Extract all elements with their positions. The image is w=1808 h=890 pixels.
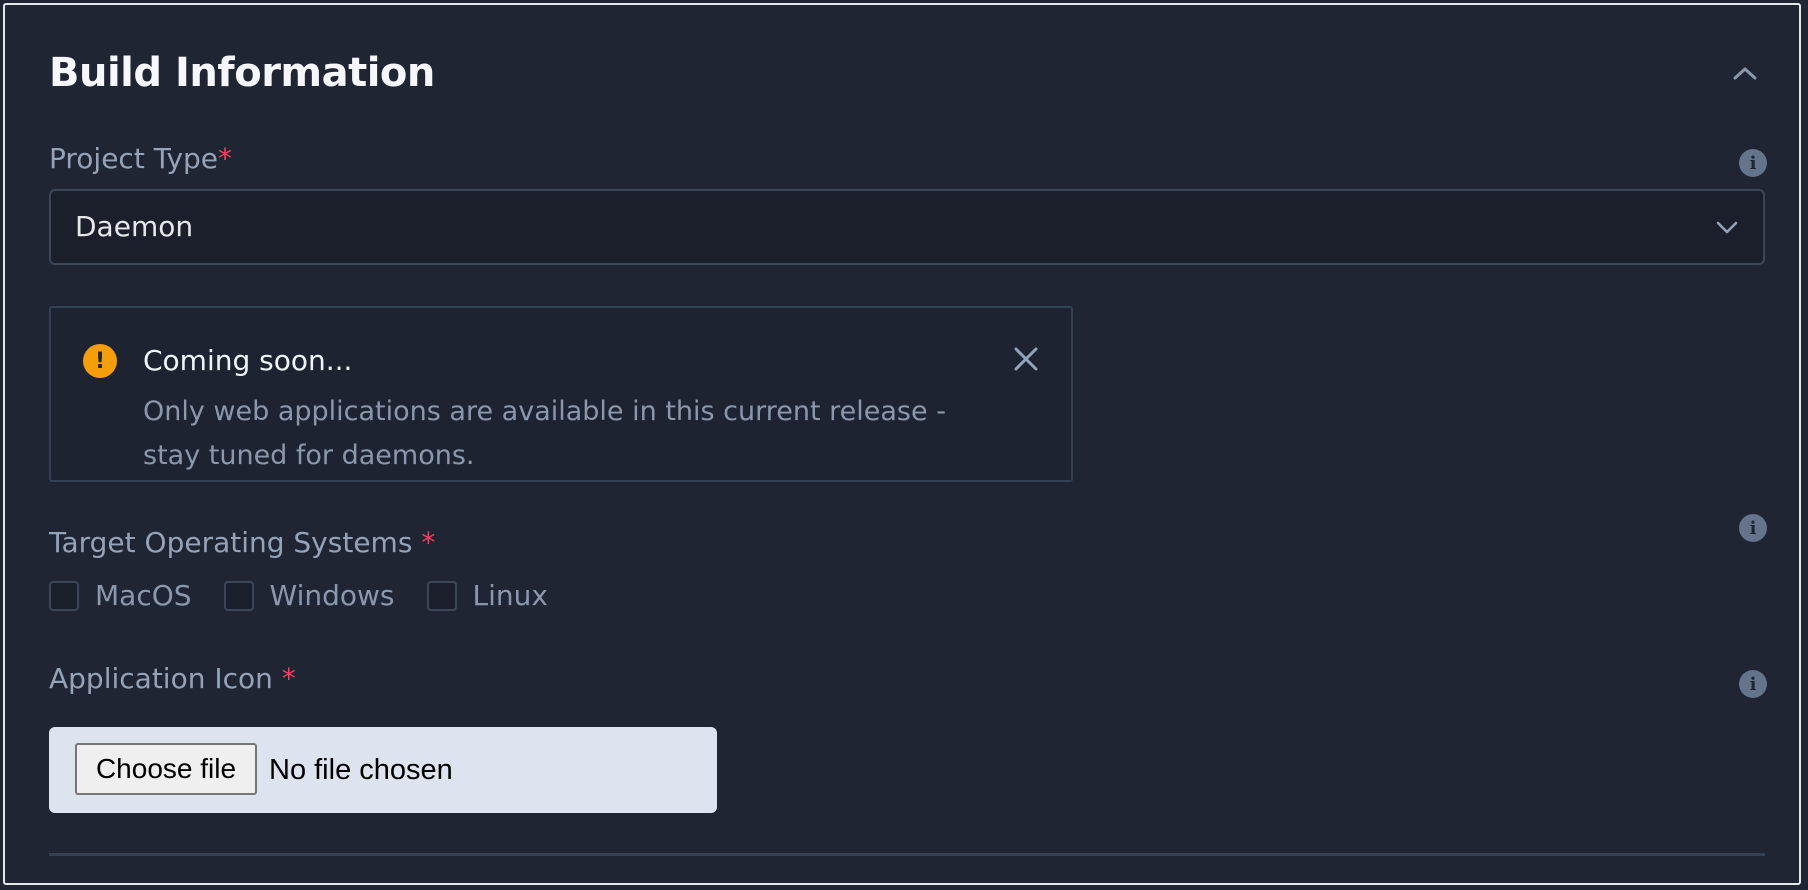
build-info-card: Build Information Project Type* i Daemon…: [3, 3, 1801, 885]
app-icon-file-input[interactable]: Choose file No file chosen: [49, 727, 717, 813]
chevron-down-icon: [1716, 221, 1738, 234]
build-info-panel: Build Information Project Type* i Daemon…: [49, 5, 1767, 883]
project-type-label: Project Type*: [49, 141, 232, 177]
target-os-label-text: Target Operating Systems: [49, 526, 413, 559]
linux-label: Linux: [472, 579, 548, 612]
choose-file-button[interactable]: Choose file: [75, 743, 257, 795]
os-option-windows[interactable]: Windows: [223, 578, 395, 614]
info-icon[interactable]: i: [1739, 670, 1767, 698]
project-type-label-text: Project Type: [49, 142, 219, 175]
os-option-macos[interactable]: MacOS: [49, 578, 192, 614]
alert-message: Only web applications are available in t…: [143, 396, 946, 471]
target-os-label: Target Operating Systems *: [49, 525, 435, 561]
app-icon-label: Application Icon *: [49, 661, 296, 697]
info-icon[interactable]: i: [1739, 149, 1767, 177]
app-icon-label-text: Application Icon: [49, 662, 273, 695]
linux-checkbox[interactable]: [426, 581, 457, 611]
close-icon[interactable]: [1011, 344, 1041, 374]
info-icon[interactable]: i: [1739, 514, 1767, 542]
project-type-value: Daemon: [75, 210, 194, 243]
section-header[interactable]: Build Information: [49, 45, 1767, 101]
required-mark: *: [421, 526, 436, 559]
section-divider: [49, 853, 1765, 856]
windows-checkbox[interactable]: [223, 581, 254, 611]
project-type-select[interactable]: Daemon: [49, 189, 1765, 265]
windows-label: Windows: [269, 579, 395, 612]
macos-checkbox[interactable]: [49, 581, 79, 611]
required-mark: *: [218, 142, 233, 175]
collapse-button[interactable]: [1729, 57, 1761, 89]
alert-title: Coming soon...: [143, 344, 353, 377]
chevron-up-icon: [1733, 67, 1757, 80]
warning-icon: !: [83, 344, 117, 378]
os-option-linux[interactable]: Linux: [426, 578, 548, 614]
coming-soon-alert: ! Coming soon... Only web applications a…: [49, 306, 1073, 482]
target-os-options: MacOS Windows Linux: [49, 577, 580, 615]
required-mark: *: [281, 662, 296, 695]
macos-label: MacOS: [95, 579, 192, 612]
section-title: Build Information: [49, 50, 435, 96]
file-status: No file chosen: [269, 754, 453, 786]
